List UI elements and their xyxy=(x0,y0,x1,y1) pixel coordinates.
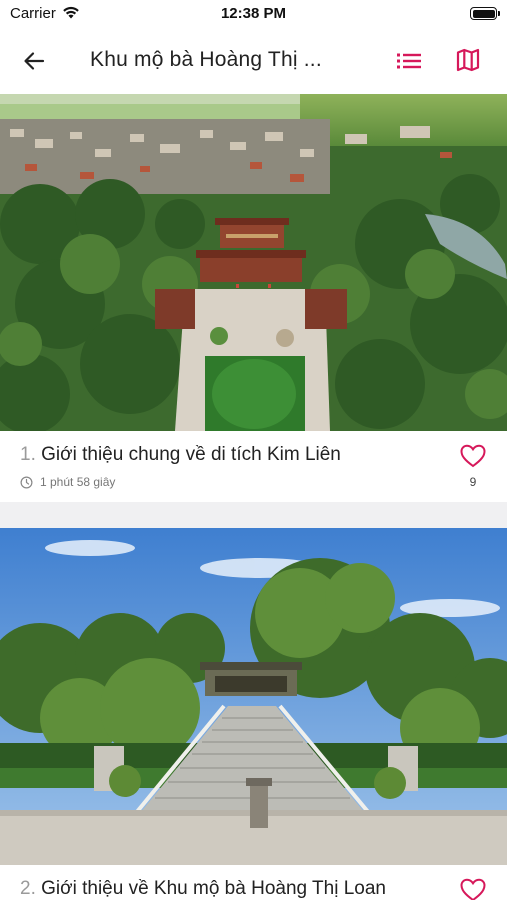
back-button[interactable] xyxy=(16,44,52,78)
audio-item-card[interactable]: 1. Giới thiệu chung về di tích Kim Liên … xyxy=(0,94,507,502)
page-title: Khu mộ bà Hoàng Thị ... xyxy=(90,48,322,71)
list-separator xyxy=(0,502,507,528)
audio-item-card[interactable]: 2. Giới thiệu về Khu mộ bà Hoàng Thị Loa… xyxy=(0,528,507,900)
list-view-button[interactable] xyxy=(393,45,425,77)
list-icon xyxy=(397,53,421,69)
card-photo-tomb-stairs xyxy=(0,528,507,865)
card-duration: 1 phút 58 giây xyxy=(20,475,115,489)
card-title: 2. Giới thiệu về Khu mộ bà Hoàng Thị Loa… xyxy=(20,878,440,900)
heart-icon xyxy=(460,878,486,900)
card-photo-aerial-temple xyxy=(0,94,507,431)
status-bar: Carrier 12:38 PM xyxy=(0,0,507,28)
map-view-button[interactable] xyxy=(452,44,484,76)
card-index: 1. xyxy=(20,444,36,465)
heart-icon xyxy=(460,444,486,468)
like-count: 9 xyxy=(469,475,477,489)
clock-icon xyxy=(20,476,33,488)
status-time: 12:38 PM xyxy=(220,5,287,22)
favorite-button[interactable] xyxy=(458,876,488,900)
card-title: 1. Giới thiệu chung về di tích Kim Liên xyxy=(20,444,440,466)
card-index: 2. xyxy=(20,878,36,899)
card-title-text: Giới thiệu chung về di tích Kim Liên xyxy=(41,444,341,465)
arrow-left-icon xyxy=(24,52,45,70)
card-title-text: Giới thiệu về Khu mộ bà Hoàng Thị Loan xyxy=(41,878,386,899)
favorite-button[interactable] xyxy=(458,442,488,470)
duration-text: 1 phút 58 giây xyxy=(40,475,116,489)
battery-icon xyxy=(470,7,500,20)
map-icon xyxy=(456,48,480,72)
navigation-bar: Khu mộ bà Hoàng Thị ... xyxy=(0,28,507,94)
